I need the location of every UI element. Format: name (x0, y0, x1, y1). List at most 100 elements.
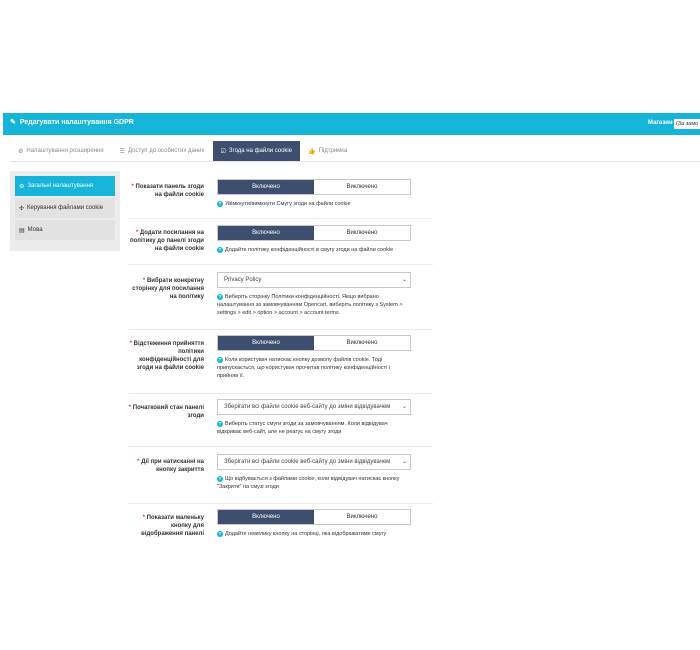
question-icon: ? (217, 356, 223, 363)
required-mark: * (128, 405, 132, 411)
list-icon: ☰ (119, 148, 125, 155)
puzzle-icon: ✣ (19, 205, 25, 212)
help-text-content: Коли користувач натискає кнопку дозволу … (217, 357, 391, 379)
question-icon: ? (217, 530, 223, 537)
show-consent-bar-toggle[interactable]: Включено Виключено (217, 179, 411, 195)
tab-extension-settings[interactable]: ⚙ Налаштування розширення (10, 141, 112, 161)
help-text: ? Додайте політику конфіденційності в сму… (217, 246, 411, 254)
sidebar: ⚙ Загальні налаштування ✣ Керування файл… (10, 171, 120, 251)
sidebar-item-label: Загальні налаштування (27, 183, 94, 189)
field-label: * Відстеження прийняття політики конфіде… (128, 340, 204, 372)
help-text: ? Що відбувається з файлами cookie, коли … (217, 475, 411, 491)
field-label-text: Показати панель згоди на файли cookie (135, 184, 205, 198)
form-row-policy-page: * Вибрати конкретну сторінку для посилан… (128, 265, 433, 330)
help-text: ? Додайте невелику кнопку на сторінці, як… (217, 530, 411, 538)
help-text: ? Увімкнути/вимкнути Смугу згоди на файли… (217, 200, 411, 208)
sidebar-item-label: Мова (27, 227, 43, 233)
pencil-icon: ✎ (10, 119, 16, 126)
required-mark: * (137, 459, 140, 465)
help-text: ? Виберіть статус смуги згоди за замовчув… (217, 420, 411, 436)
field-label-text: Показати маленьку кнопку для відображенн… (141, 515, 204, 537)
toggle-on-option[interactable]: Включено (218, 510, 314, 524)
tabs-bar: ⚙ Налаштування розширення ☰ Доступ до ос… (10, 141, 355, 161)
help-text-content: Додайте політику конфіденційності в смуг… (225, 247, 394, 253)
close-button-action-select[interactable]: Зберігати всі файли cookie веб-сайту до … (217, 454, 411, 470)
select-value: Зберігати всі файли cookie веб-сайту до … (224, 404, 391, 410)
tab-label: Підтримка (318, 148, 348, 154)
required-mark: * (142, 278, 146, 284)
show-small-button-toggle[interactable]: Включено Виключено (217, 509, 411, 525)
toggle-on-option[interactable]: Включено (218, 180, 314, 194)
policy-page-select[interactable]: Privacy Policy ⌄ (217, 272, 411, 288)
tab-label: Згода на файли cookie (228, 148, 293, 154)
question-icon: ? (217, 293, 223, 300)
book-icon: ▤ (19, 227, 25, 234)
store-label: Магазин (648, 120, 673, 126)
panel-title-text: Редагувати налаштування GDPR (19, 118, 134, 126)
question-icon: ? (217, 246, 223, 253)
required-mark: * (129, 341, 132, 347)
field-label-text: Дії при натисканні на кнопку закриття (141, 459, 204, 473)
tab-support[interactable]: 👍 Підтримка (300, 141, 355, 161)
form-row-track-policy-acceptance: * Відстеження прийняття політики конфіде… (128, 330, 433, 394)
track-policy-acceptance-toggle[interactable]: Включено Виключено (217, 335, 411, 351)
field-label: * Дії при натисканні на кнопку закриття (128, 458, 204, 474)
field-label: * Додати посилання на політику до панелі… (128, 229, 204, 253)
field-label-text: Відстеження прийняття політики конфіденц… (133, 341, 204, 371)
required-mark: * (142, 515, 145, 521)
sidebar-item-label: Керування файлами cookie (27, 205, 104, 211)
select-value: Зберігати всі файли cookie веб-сайту до … (224, 459, 391, 465)
form-row-close-button-action: * Дії при натисканні на кнопку закриття … (128, 447, 433, 504)
form-row-add-policy-link: * Додати посилання на політику до панелі… (128, 219, 433, 265)
chevron-down-icon: ⌄ (400, 273, 407, 287)
help-text-content: Додайте невелику кнопку на сторінці, яка… (225, 531, 387, 537)
help-text-content: Увімкнути/вимкнути Смугу згоди на файли … (225, 201, 351, 207)
thumbs-up-icon: 👍 (308, 148, 316, 155)
help-text-content: Що відбувається з файлами cookie, коли в… (217, 476, 400, 490)
form-row-initial-bar-state: * Початковий стан панелі згоди Зберігати… (128, 394, 433, 447)
panel-title: ✎ Редагувати налаштування GDPR (10, 118, 134, 127)
question-icon: ? (217, 475, 223, 482)
tab-cookie-consent[interactable]: ☑ Згода на файли cookie (212, 141, 301, 161)
help-text: ? Коли користувач натискає кнопку дозволу… (217, 356, 411, 380)
chevron-down-icon: ⌄ (400, 455, 407, 469)
field-label: * Вибрати конкретну сторінку для посилан… (128, 277, 204, 301)
field-label-text: Додати посилання на політику до панелі з… (130, 230, 204, 252)
tab-label: Налаштування розширення (26, 148, 104, 154)
question-icon: ? (217, 200, 223, 207)
select-value: Privacy Policy (224, 277, 262, 283)
panel-header: ✎ Редагувати налаштування GDPR Магазин (… (3, 113, 700, 135)
toggle-off-option[interactable]: Виключено (314, 510, 410, 524)
toggle-off-option[interactable]: Виключено (314, 180, 410, 194)
tabs-divider (10, 161, 700, 162)
store-select[interactable]: (За замо (674, 119, 700, 129)
tab-personal-data-access[interactable]: ☰ Доступ до особистих даних (112, 141, 213, 161)
field-label-text: Початковий стан панелі згоди (132, 405, 204, 419)
chevron-down-icon: ⌄ (400, 400, 407, 414)
add-policy-link-toggle[interactable]: Включено Виключено (217, 225, 411, 241)
help-text: ? Виберіть сторінку Політики конфіденційн… (217, 293, 411, 317)
initial-bar-state-select[interactable]: Зберігати всі файли cookie веб-сайту до … (217, 399, 411, 415)
sidebar-item-cookie-management[interactable]: ✣ Керування файлами cookie (15, 198, 115, 218)
form-row-show-consent-bar: * Показати панель згоди на файли cookie … (128, 173, 433, 219)
tab-label: Доступ до особистих даних (128, 148, 205, 154)
required-mark: * (131, 184, 134, 190)
help-text-content: Виберіть статус смуги згоди за замовчува… (217, 421, 388, 435)
toggle-off-option[interactable]: Виключено (314, 226, 410, 240)
field-label: * Показати панель згоди на файли cookie (128, 183, 204, 199)
help-text-content: Виберіть сторінку Політики конфіденційно… (217, 294, 403, 316)
toggle-on-option[interactable]: Включено (218, 336, 314, 350)
question-icon: ? (217, 420, 223, 427)
cogs-icon: ⚙ (19, 183, 25, 190)
sidebar-item-language[interactable]: ▤ Мова (15, 220, 115, 240)
required-mark: * (135, 230, 139, 236)
field-label: * Показати маленьку кнопку для відображе… (128, 514, 204, 538)
sidebar-item-general-settings[interactable]: ⚙ Загальні налаштування (15, 176, 115, 196)
gdpr-settings-panel: ✎ Редагувати налаштування GDPR Магазин (… (3, 113, 700, 543)
toggle-on-option[interactable]: Включено (218, 226, 314, 240)
form-row-show-small-button: * Показати маленьку кнопку для відображе… (128, 504, 433, 543)
cogs-icon: ⚙ (18, 148, 24, 155)
checkbox-icon: ☑ (220, 148, 226, 155)
field-label: * Початковий стан панелі згоди (128, 404, 204, 420)
toggle-off-option[interactable]: Виключено (314, 336, 410, 350)
